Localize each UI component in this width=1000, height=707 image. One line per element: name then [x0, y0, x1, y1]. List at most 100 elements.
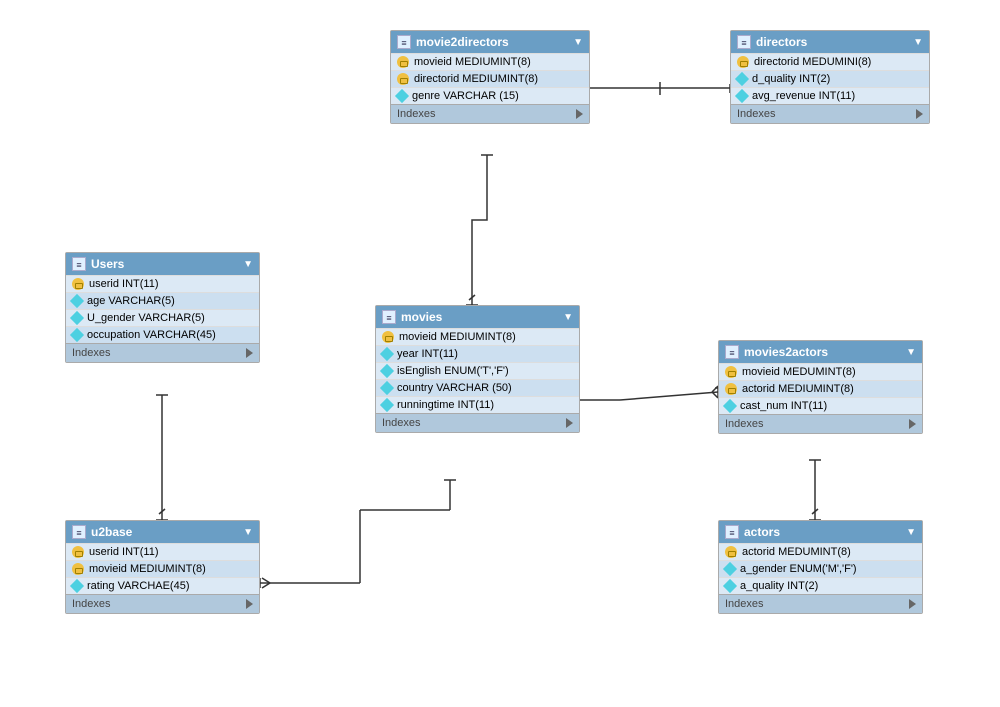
key-icon	[397, 56, 409, 68]
table-name: Users	[91, 257, 124, 271]
diamond-icon	[723, 562, 737, 576]
table-name: movies	[401, 310, 442, 324]
diamond-icon	[723, 399, 737, 413]
table-header-users[interactable]: ≡ Users ▼	[66, 253, 259, 275]
indexes-label: Indexes	[725, 418, 764, 430]
key-icon	[72, 546, 84, 558]
indexes-arrow-icon	[246, 599, 253, 609]
field-text: movieid MEDIUMINT(8)	[399, 331, 516, 343]
dropdown-arrow-icon[interactable]: ▼	[563, 312, 573, 323]
diagram-canvas: ≡ movie2directors ▼ movieid MEDIUMINT(8)…	[0, 0, 1000, 707]
diamond-icon	[70, 579, 84, 593]
dropdown-arrow-icon[interactable]: ▼	[243, 527, 253, 538]
field-text: country VARCHAR (50)	[397, 382, 512, 394]
field-text: actorid MEDUMINT(8)	[742, 546, 851, 558]
indexes-row[interactable]: Indexes	[66, 343, 259, 362]
table-header-movies2actors[interactable]: ≡ movies2actors ▼	[719, 341, 922, 363]
field-text: runningtime INT(11)	[397, 399, 494, 411]
table-header-u2base[interactable]: ≡ u2base ▼	[66, 521, 259, 543]
indexes-row[interactable]: Indexes	[391, 104, 589, 123]
field-row: isEnglish ENUM('T','F')	[376, 362, 579, 379]
dropdown-arrow-icon[interactable]: ▼	[906, 347, 916, 358]
field-row: year INT(11)	[376, 345, 579, 362]
table-header-movie2directors[interactable]: ≡ movie2directors ▼	[391, 31, 589, 53]
dropdown-arrow-icon[interactable]: ▼	[243, 259, 253, 270]
field-text: a_gender ENUM('M','F')	[740, 563, 857, 575]
field-row: U_gender VARCHAR(5)	[66, 309, 259, 326]
field-row: movieid MEDIUMINT(8)	[391, 53, 589, 70]
field-text: isEnglish ENUM('T','F')	[397, 365, 509, 377]
table-icon: ≡	[382, 310, 396, 324]
field-text: actorid MEDIUMINT(8)	[742, 383, 854, 395]
table-icon: ≡	[725, 345, 739, 359]
field-text: age VARCHAR(5)	[87, 295, 175, 307]
field-text: occupation VARCHAR(45)	[87, 329, 216, 341]
field-text: U_gender VARCHAR(5)	[87, 312, 205, 324]
table-icon: ≡	[397, 35, 411, 49]
field-text: movieid MEDUMINT(8)	[742, 366, 856, 378]
field-text: directorid MEDIUMINT(8)	[414, 73, 538, 85]
table-actors: ≡ actors ▼ actorid MEDUMINT(8) a_gender …	[718, 520, 923, 614]
field-row: movieid MEDIUMINT(8)	[376, 328, 579, 345]
table-header-movies[interactable]: ≡ movies ▼	[376, 306, 579, 328]
field-row: a_gender ENUM('M','F')	[719, 560, 922, 577]
key-icon	[72, 278, 84, 290]
diamond-icon	[70, 294, 84, 308]
table-name: directors	[756, 35, 807, 49]
field-text: a_quality INT(2)	[740, 580, 818, 592]
field-row: userid INT(11)	[66, 275, 259, 292]
indexes-row[interactable]: Indexes	[376, 413, 579, 432]
diamond-icon	[380, 364, 394, 378]
field-text: year INT(11)	[397, 348, 458, 360]
indexes-arrow-icon	[909, 599, 916, 609]
indexes-arrow-icon	[566, 418, 573, 428]
dropdown-arrow-icon[interactable]: ▼	[913, 37, 923, 48]
table-u2base: ≡ u2base ▼ userid INT(11) movieid MEDIUM…	[65, 520, 260, 614]
indexes-row[interactable]: Indexes	[66, 594, 259, 613]
diamond-icon	[723, 579, 737, 593]
indexes-arrow-icon	[576, 109, 583, 119]
indexes-row[interactable]: Indexes	[719, 414, 922, 433]
field-row: country VARCHAR (50)	[376, 379, 579, 396]
table-movie2directors: ≡ movie2directors ▼ movieid MEDIUMINT(8)…	[390, 30, 590, 124]
dropdown-arrow-icon[interactable]: ▼	[573, 37, 583, 48]
field-row: rating VARCHAE(45)	[66, 577, 259, 594]
indexes-arrow-icon	[246, 348, 253, 358]
table-movies2actors: ≡ movies2actors ▼ movieid MEDUMINT(8) ac…	[718, 340, 923, 434]
table-header-actors[interactable]: ≡ actors ▼	[719, 521, 922, 543]
diamond-icon	[380, 347, 394, 361]
table-icon: ≡	[725, 525, 739, 539]
table-users: ≡ Users ▼ userid INT(11) age VARCHAR(5) …	[65, 252, 260, 363]
field-row: userid INT(11)	[66, 543, 259, 560]
indexes-label: Indexes	[382, 417, 421, 429]
field-text: movieid MEDIUMINT(8)	[89, 563, 206, 575]
table-header-directors[interactable]: ≡ directors ▼	[731, 31, 929, 53]
diamond-icon	[70, 328, 84, 342]
field-text: userid INT(11)	[89, 278, 158, 290]
table-icon: ≡	[72, 257, 86, 271]
field-text: directorid MEDUMINI(8)	[754, 56, 871, 68]
table-icon: ≡	[737, 35, 751, 49]
table-directors: ≡ directors ▼ directorid MEDUMINI(8) d_q…	[730, 30, 930, 124]
field-text: movieid MEDIUMINT(8)	[414, 56, 531, 68]
diamond-icon	[380, 398, 394, 412]
indexes-row[interactable]: Indexes	[719, 594, 922, 613]
field-text: genre VARCHAR (15)	[412, 90, 519, 102]
field-row: age VARCHAR(5)	[66, 292, 259, 309]
field-text: d_quality INT(2)	[752, 73, 830, 85]
key-icon	[737, 56, 749, 68]
field-row: directorid MEDUMINI(8)	[731, 53, 929, 70]
indexes-label: Indexes	[397, 108, 436, 120]
table-name: u2base	[91, 525, 132, 539]
dropdown-arrow-icon[interactable]: ▼	[906, 527, 916, 538]
table-name: movies2actors	[744, 345, 828, 359]
field-row: genre VARCHAR (15)	[391, 87, 589, 104]
field-text: avg_revenue INT(11)	[752, 90, 855, 102]
key-icon	[72, 563, 84, 575]
diamond-icon	[735, 89, 749, 103]
field-row: a_quality INT(2)	[719, 577, 922, 594]
field-text: cast_num INT(11)	[740, 400, 827, 412]
indexes-arrow-icon	[909, 419, 916, 429]
diamond-icon	[70, 311, 84, 325]
indexes-row[interactable]: Indexes	[731, 104, 929, 123]
